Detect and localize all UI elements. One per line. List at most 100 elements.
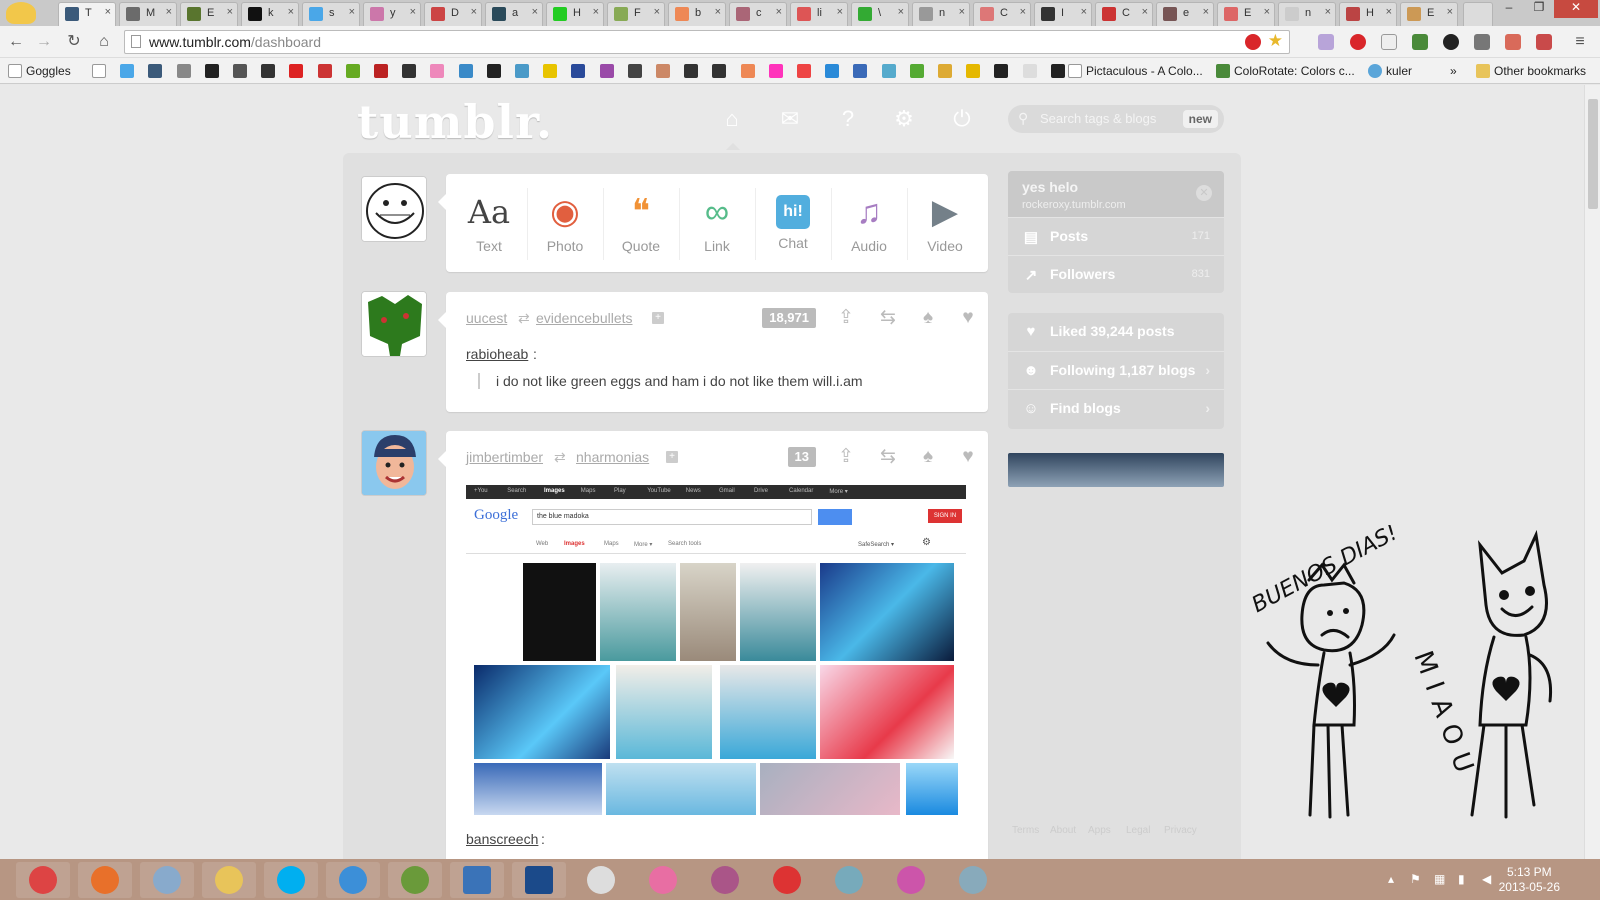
- logout-power-icon[interactable]: ⏻: [950, 107, 974, 131]
- taskbar-chrome-button[interactable]: [16, 862, 70, 898]
- browser-tab[interactable]: H ×: [546, 2, 604, 26]
- bookmark-pictaculous[interactable]: Pictaculous - A Colo...: [1068, 62, 1203, 80]
- bookmark-24-icon[interactable]: [740, 64, 755, 78]
- bookmark-23-icon[interactable]: [712, 64, 727, 78]
- taskbar-mushroom-button[interactable]: [760, 862, 814, 898]
- avatar[interactable]: [361, 430, 427, 496]
- blog-header[interactable]: yes helo rockeroxy.tumblr.com ✕: [1008, 171, 1224, 217]
- browser-tab[interactable]: H ×: [1339, 2, 1397, 26]
- footer-link[interactable]: Legal: [1126, 825, 1150, 836]
- sidebar-item-posts[interactable]: ▤ Posts 171: [1008, 217, 1224, 255]
- taskbar-minecraft-button[interactable]: [388, 862, 442, 898]
- bookmark-kuler[interactable]: kuler: [1368, 62, 1412, 80]
- post-author-link[interactable]: jimbertimber: [466, 449, 543, 465]
- post-source-link[interactable]: banscreech: [466, 831, 538, 847]
- network-icon[interactable]: ▦: [1434, 872, 1448, 886]
- bookmark-34-icon[interactable]: [1022, 64, 1037, 78]
- taskbar-photoshop-elements-button[interactable]: [450, 862, 504, 898]
- share-icon[interactable]: ⇪: [834, 307, 858, 329]
- eyedropper-icon[interactable]: [1474, 34, 1490, 50]
- bookmark-11-icon[interactable]: [374, 64, 388, 78]
- bookmark-21-icon[interactable]: [656, 64, 670, 78]
- browser-tab[interactable]: a ×: [485, 2, 543, 26]
- back-button[interactable]: ←: [6, 32, 26, 52]
- reblogged-from-link[interactable]: evidencebullets: [536, 310, 633, 326]
- browser-tab[interactable]: E ×: [1400, 2, 1458, 26]
- browser-tab[interactable]: s ×: [302, 2, 360, 26]
- footer-link[interactable]: Apps: [1088, 825, 1111, 836]
- adblock-icon[interactable]: [1245, 34, 1261, 50]
- bookmark-32-icon[interactable]: [966, 64, 981, 78]
- bookmark-8-icon[interactable]: [289, 64, 304, 78]
- bookmark-19-icon[interactable]: [599, 64, 614, 78]
- browser-tab[interactable]: li ×: [790, 2, 848, 26]
- browser-tab[interactable]: k ×: [241, 2, 299, 26]
- browser-tab[interactable]: M ×: [119, 2, 177, 26]
- bookmark-16-icon[interactable]: [515, 64, 529, 78]
- bookmark-30-icon[interactable]: [909, 64, 924, 78]
- extension-2-icon[interactable]: [1350, 34, 1366, 50]
- bookmark-5-icon[interactable]: [204, 64, 219, 78]
- browser-tab[interactable]: e ×: [1156, 2, 1214, 26]
- system-clock[interactable]: 5:13 PM 2013-05-26: [1499, 865, 1560, 895]
- taskbar-game-1-button[interactable]: [698, 862, 752, 898]
- post-type-photo-button[interactable]: ◉ Photo: [530, 192, 600, 254]
- notes-count[interactable]: 18,971: [762, 308, 816, 328]
- bookmark-22-icon[interactable]: [684, 64, 699, 78]
- bookmark-goggles[interactable]: Goggles: [8, 62, 71, 80]
- reblog-icon[interactable]: ⇆: [876, 446, 900, 468]
- sidebar-ad-banner[interactable]: [1008, 453, 1224, 487]
- taskbar-game-2-button[interactable]: [822, 862, 876, 898]
- dashboard-home-icon[interactable]: ⌂: [720, 107, 744, 131]
- bookmark-9-icon[interactable]: [317, 64, 332, 78]
- notes-count[interactable]: 13: [787, 447, 816, 467]
- bookmark-1-icon[interactable]: [92, 64, 106, 78]
- follow-plus-icon[interactable]: +: [666, 451, 678, 463]
- taskbar-paint-button[interactable]: [140, 862, 194, 898]
- close-tab-icon[interactable]: ×: [1081, 6, 1087, 18]
- blog-options-icon[interactable]: ✕: [1196, 185, 1212, 201]
- sidebar-item-following[interactable]: ☻ Following 1,187 blogs ›: [1008, 351, 1224, 389]
- browser-tab[interactable]: F ×: [607, 2, 665, 26]
- browser-tab[interactable]: E ×: [1217, 2, 1275, 26]
- close-tab-icon[interactable]: ×: [1020, 6, 1026, 18]
- bookmark-29-icon[interactable]: [881, 64, 896, 78]
- bookmark-6-icon[interactable]: [233, 64, 247, 78]
- reload-button[interactable]: ↻: [64, 32, 84, 52]
- post-type-text-button[interactable]: Aa Text: [454, 192, 524, 254]
- close-tab-icon[interactable]: ×: [227, 6, 233, 18]
- taskbar-itunes-button[interactable]: [326, 862, 380, 898]
- maximize-button[interactable]: ❐: [1524, 0, 1554, 18]
- close-tab-icon[interactable]: ×: [1325, 6, 1331, 18]
- post-author-link[interactable]: uucest: [466, 310, 507, 326]
- minimize-button[interactable]: –: [1494, 0, 1524, 18]
- bookmark-15-icon[interactable]: [486, 64, 501, 78]
- sidebar-item-followers[interactable]: ↗ Followers 831: [1008, 255, 1224, 293]
- bookmarks-overflow-button[interactable]: »: [1450, 62, 1457, 80]
- browser-tab[interactable]: C ×: [1095, 2, 1153, 26]
- close-tab-icon[interactable]: ×: [837, 6, 843, 18]
- close-window-button[interactable]: ✕: [1554, 0, 1598, 18]
- reply-icon[interactable]: ♠: [916, 446, 940, 468]
- bookmark-star-icon[interactable]: ★: [1268, 31, 1283, 51]
- search-input[interactable]: ⚲ Search tags & blogs new: [1008, 105, 1224, 133]
- bookmark-35-icon[interactable]: [1050, 64, 1065, 78]
- close-tab-icon[interactable]: ×: [105, 6, 111, 18]
- bookmark-28-icon[interactable]: [853, 64, 868, 78]
- like-heart-icon[interactable]: ♥: [956, 307, 980, 329]
- forward-button[interactable]: →: [34, 32, 54, 52]
- taskbar-firefox-button[interactable]: [78, 862, 132, 898]
- bookmark-31-icon[interactable]: [938, 64, 952, 78]
- extension-5-icon[interactable]: [1443, 34, 1459, 50]
- reblogged-from-link[interactable]: nharmonias: [576, 449, 649, 465]
- taskbar-control-panel-button[interactable]: [946, 862, 1000, 898]
- browser-tab[interactable]: E ×: [180, 2, 238, 26]
- bookmark-14-icon[interactable]: [458, 64, 473, 78]
- close-tab-icon[interactable]: ×: [959, 6, 965, 18]
- browser-tab[interactable]: D ×: [424, 2, 482, 26]
- tumblr-logo[interactable]: tumblr.: [357, 95, 553, 149]
- signal-icon[interactable]: ▮: [1458, 872, 1472, 886]
- post-type-video-button[interactable]: ▶ Video: [910, 192, 980, 254]
- taskbar-photoshop-button[interactable]: [512, 862, 566, 898]
- post-type-quote-button[interactable]: ❝ Quote: [606, 192, 676, 254]
